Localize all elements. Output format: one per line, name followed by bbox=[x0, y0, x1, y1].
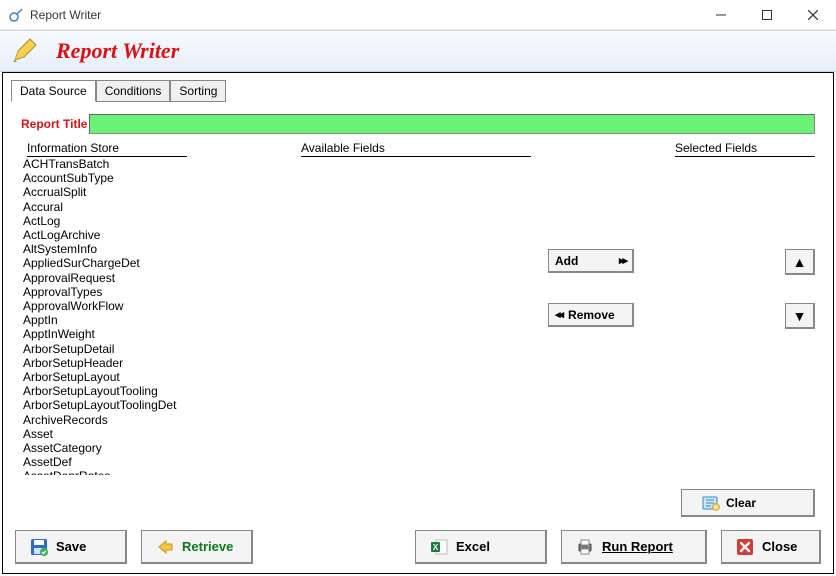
list-item[interactable]: AssetDef bbox=[21, 455, 199, 469]
close-icon bbox=[736, 538, 754, 556]
list-item[interactable]: ApprovalRequest bbox=[21, 271, 199, 285]
window-close-button[interactable] bbox=[790, 0, 836, 30]
page-title: Report Writer bbox=[56, 38, 179, 64]
list-item[interactable]: ActLog bbox=[21, 214, 199, 228]
remove-button-label: Remove bbox=[568, 308, 626, 322]
window-title: Report Writer bbox=[30, 8, 698, 22]
svg-text:X: X bbox=[433, 543, 439, 552]
body-frame: Data Source Conditions Sorting Report Ti… bbox=[2, 72, 834, 574]
list-item[interactable]: ACHTransBatch bbox=[21, 157, 199, 171]
column-header-selected: Selected Fields bbox=[675, 141, 815, 157]
add-button-label: Add bbox=[555, 254, 619, 268]
list-item[interactable]: ArborSetupDetail bbox=[21, 342, 199, 356]
maximize-button[interactable] bbox=[744, 0, 790, 30]
list-item[interactable]: AltSystemInfo bbox=[21, 242, 199, 256]
save-button-label: Save bbox=[56, 539, 86, 554]
list-item[interactable]: Asset bbox=[21, 427, 199, 441]
excel-button[interactable]: X Excel bbox=[415, 530, 547, 564]
arrow-left-icon: ◂◂ bbox=[555, 308, 562, 321]
pencil-icon bbox=[10, 37, 38, 65]
save-icon bbox=[30, 538, 48, 556]
list-item[interactable]: ArchiveRecords bbox=[21, 413, 199, 427]
info-store-list[interactable]: ACHTransBatchAccountSubTypeAccrualSplitA… bbox=[21, 157, 199, 475]
list-item[interactable]: ApprovalTypes bbox=[21, 285, 199, 299]
retrieve-icon bbox=[156, 538, 174, 556]
excel-button-label: Excel bbox=[456, 539, 490, 554]
move-down-button[interactable]: ▼ bbox=[785, 303, 815, 329]
list-item[interactable]: ArborSetupLayoutToolingDet bbox=[21, 398, 199, 412]
retrieve-button[interactable]: Retrieve bbox=[141, 530, 253, 564]
title-bar: Report Writer bbox=[0, 0, 836, 30]
list-item[interactable]: ApptIn bbox=[21, 313, 199, 327]
close-button-label: Close bbox=[762, 539, 797, 554]
column-header-available: Available Fields bbox=[301, 141, 531, 157]
tab-sorting[interactable]: Sorting bbox=[170, 80, 226, 102]
columns-area: Information Store Available Fields Selec… bbox=[21, 141, 815, 475]
list-item[interactable]: AssetCategory bbox=[21, 441, 199, 455]
save-button[interactable]: Save bbox=[15, 530, 127, 564]
report-title-label: Report Title bbox=[21, 117, 87, 131]
app-icon bbox=[8, 7, 24, 23]
list-item[interactable]: AccountSubType bbox=[21, 171, 199, 185]
list-item[interactable]: AccrualSplit bbox=[21, 185, 199, 199]
list-item[interactable]: ApptInWeight bbox=[21, 327, 199, 341]
arrow-right-icon: ▸▸ bbox=[619, 254, 626, 267]
tab-data-source[interactable]: Data Source bbox=[11, 80, 96, 102]
move-up-button[interactable]: ▲ bbox=[785, 249, 815, 275]
list-item[interactable]: ArborSetupLayoutTooling bbox=[21, 384, 199, 398]
header-band: Report Writer bbox=[0, 30, 836, 72]
retrieve-button-label: Retrieve bbox=[182, 539, 233, 554]
column-header-info-store: Information Store bbox=[27, 141, 187, 157]
printer-icon bbox=[576, 538, 594, 556]
list-item[interactable]: ArborSetupHeader bbox=[21, 356, 199, 370]
list-item[interactable]: ActLogArchive bbox=[21, 228, 199, 242]
report-title-input[interactable] bbox=[89, 114, 815, 134]
excel-icon: X bbox=[430, 538, 448, 556]
arrow-up-icon: ▲ bbox=[793, 254, 807, 270]
close-button[interactable]: Close bbox=[721, 530, 821, 564]
run-report-button[interactable]: Run Report bbox=[561, 530, 707, 564]
clear-button-label: Clear bbox=[726, 496, 756, 510]
list-item[interactable]: ArborSetupLayout bbox=[21, 370, 199, 384]
list-item[interactable]: Accural bbox=[21, 200, 199, 214]
tabs: Data Source Conditions Sorting bbox=[11, 77, 833, 101]
report-title-row: Report Title bbox=[21, 113, 815, 135]
run-report-button-label: Run Report bbox=[602, 539, 673, 554]
remove-button[interactable]: ◂◂ Remove bbox=[548, 303, 634, 327]
list-item[interactable]: ApprovalWorkFlow bbox=[21, 299, 199, 313]
bottom-bar: Save Retrieve X Excel Run Report Close bbox=[15, 529, 821, 565]
clear-area: Clear bbox=[681, 489, 815, 517]
list-item[interactable]: AssetDeprRates bbox=[21, 469, 199, 475]
arrow-down-icon: ▼ bbox=[793, 308, 807, 324]
clear-icon bbox=[702, 494, 720, 512]
add-button[interactable]: Add ▸▸ bbox=[548, 249, 634, 273]
minimize-button[interactable] bbox=[698, 0, 744, 30]
clear-button[interactable]: Clear bbox=[681, 489, 815, 517]
list-item[interactable]: AppliedSurChargeDet bbox=[21, 256, 199, 270]
tab-conditions[interactable]: Conditions bbox=[96, 80, 171, 102]
